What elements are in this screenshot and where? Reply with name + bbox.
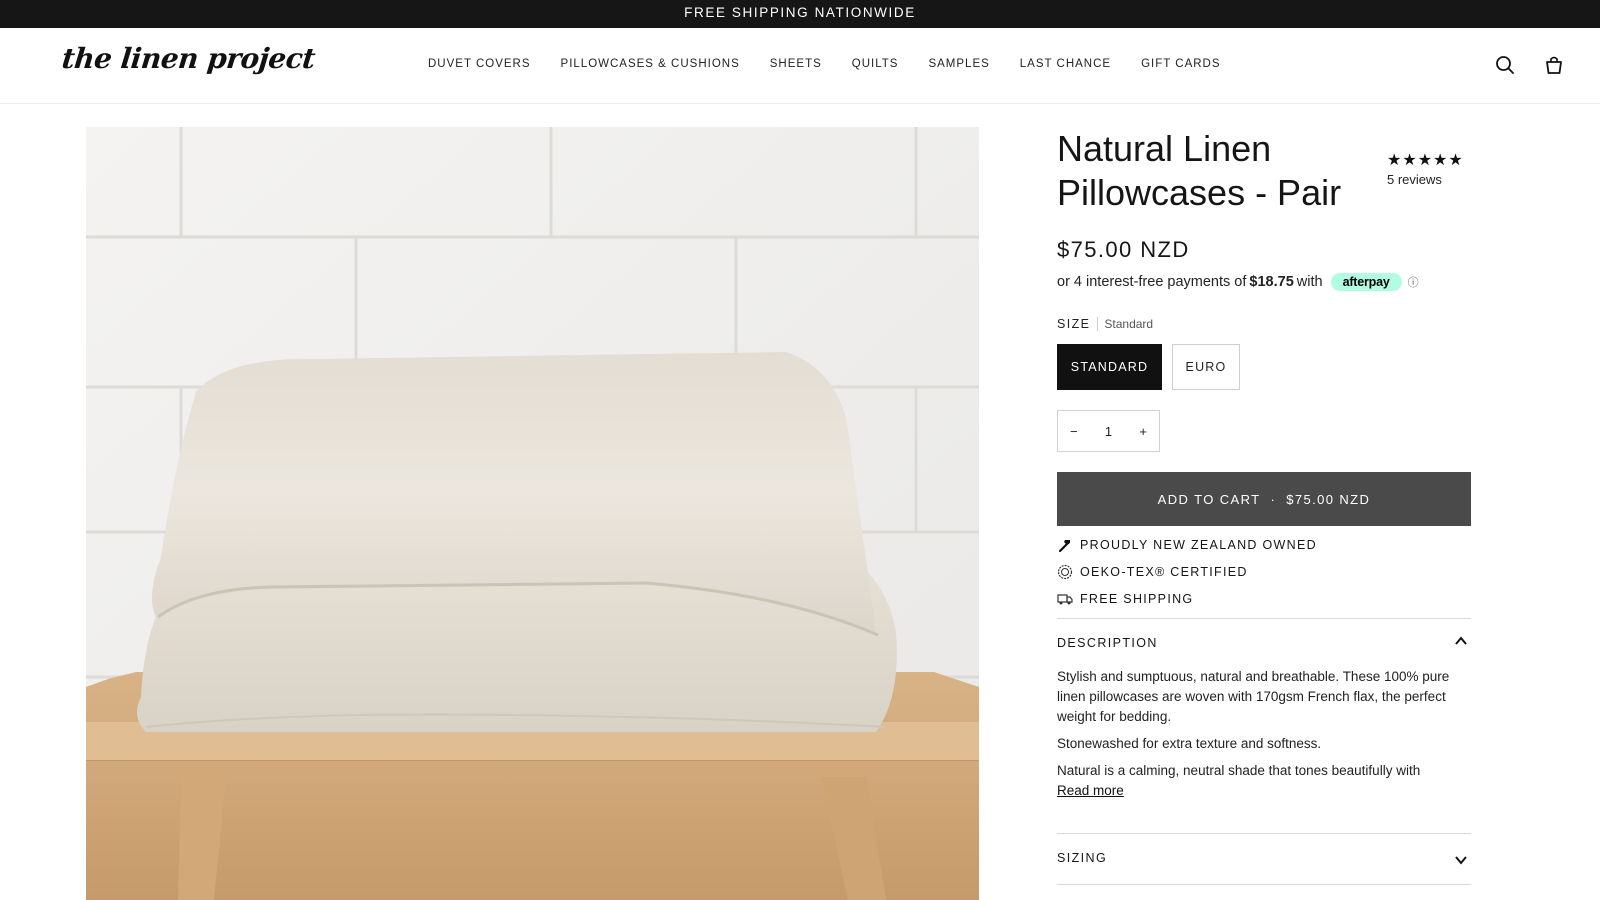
size-options: STANDARD EURO xyxy=(1057,344,1240,390)
product-rating[interactable]: ★★★★★ 5 reviews xyxy=(1387,152,1464,188)
divider xyxy=(1057,833,1471,834)
nav-quilts[interactable]: QUILTS xyxy=(852,58,899,70)
size-label: SIZE xyxy=(1057,317,1099,331)
brand-logo[interactable]: the linen project xyxy=(60,42,316,75)
description-body: Stylish and sumptuous, natural and breat… xyxy=(1057,667,1471,801)
divider xyxy=(1057,618,1471,619)
size-selector-header: SIZE Standard xyxy=(1057,317,1153,331)
feature-label: PROUDLY NEW ZEALAND OWNED xyxy=(1080,538,1317,552)
quantity-value[interactable]: 1 xyxy=(1105,424,1112,439)
divider xyxy=(1057,884,1471,885)
feature-oeko-tex: OEKO-TEX® CERTIFIED xyxy=(1057,564,1248,580)
feature-label: FREE SHIPPING xyxy=(1080,592,1194,606)
announcement-bar: FREE SHIPPING NATIONWIDE xyxy=(0,0,1600,28)
product-price: $75.00 NZD xyxy=(1057,237,1190,262)
add-to-cart-label: ADD TO CART xyxy=(1157,491,1261,507)
quantity-increase-button[interactable]: + xyxy=(1139,424,1147,439)
hammer-icon xyxy=(1057,537,1073,553)
feature-label: OEKO-TEX® CERTIFIED xyxy=(1080,565,1248,579)
description-paragraph: Stylish and sumptuous, natural and breat… xyxy=(1057,669,1450,724)
pillowcases-photo xyxy=(86,127,979,900)
afterpay-logo: afterpay xyxy=(1330,273,1402,291)
description-accordion-title[interactable]: DESCRIPTION xyxy=(1057,636,1158,650)
nav-pillowcases-cushions[interactable]: PILLOWCASES & CUSHIONS xyxy=(561,58,740,70)
feature-free-shipping: FREE SHIPPING xyxy=(1057,591,1193,607)
feature-nz-owned: PROUDLY NEW ZEALAND OWNED xyxy=(1057,537,1317,553)
size-selected-value: Standard xyxy=(1104,317,1154,331)
chevron-down-icon[interactable] xyxy=(1454,853,1468,867)
read-more-link[interactable]: Read more xyxy=(1057,783,1124,798)
reviews-count[interactable]: 5 reviews xyxy=(1387,172,1464,187)
afterpay-message: or 4 interest-free payments of $18.75 wi… xyxy=(1057,273,1419,291)
add-to-cart-price: $75.00 NZD xyxy=(1286,491,1371,507)
afterpay-suffix: with xyxy=(1296,274,1323,290)
add-to-cart-button[interactable]: ADD TO CART · $75.00 NZD xyxy=(1057,472,1471,526)
cart-icon[interactable] xyxy=(1543,54,1565,76)
site-header: the linen project DUVET COVERS PILLOWCAS… xyxy=(0,28,1600,104)
main-nav: DUVET COVERS PILLOWCASES & CUSHIONS SHEE… xyxy=(428,58,1251,70)
nav-sheets[interactable]: SHEETS xyxy=(770,58,822,70)
product-image[interactable] xyxy=(86,127,979,900)
add-to-cart-separator: · xyxy=(1270,491,1277,507)
product-info: Natural Linen Pillowcases - Pair ★★★★★ 5… xyxy=(1057,127,1472,885)
announcement-text: FREE SHIPPING NATIONWIDE xyxy=(684,5,916,20)
info-icon[interactable]: ⓘ xyxy=(1408,274,1419,290)
description-paragraph: Natural is a calming, neutral shade that… xyxy=(1057,763,1421,778)
product-title: Natural Linen Pillowcases - Pair xyxy=(1057,128,1342,213)
nav-samples[interactable]: SAMPLES xyxy=(928,58,989,70)
nav-duvet-covers[interactable]: DUVET COVERS xyxy=(428,58,531,70)
chevron-up-icon[interactable] xyxy=(1454,634,1468,648)
nav-last-chance[interactable]: LAST CHANCE xyxy=(1020,58,1111,70)
truck-icon xyxy=(1057,591,1073,607)
afterpay-amount: $18.75 xyxy=(1249,274,1294,290)
afterpay-prefix: or 4 interest-free payments of xyxy=(1057,274,1247,290)
quantity-stepper: − 1 + xyxy=(1057,410,1160,452)
size-option-standard[interactable]: STANDARD xyxy=(1057,344,1162,390)
certificate-badge-icon xyxy=(1057,564,1073,580)
nav-gift-cards[interactable]: GIFT CARDS xyxy=(1141,58,1220,70)
size-option-euro[interactable]: EURO xyxy=(1172,344,1240,390)
quantity-decrease-button[interactable]: − xyxy=(1070,424,1078,439)
sizing-accordion-title[interactable]: SIZING xyxy=(1057,851,1107,865)
search-icon[interactable] xyxy=(1494,54,1516,76)
star-rating-icon: ★★★★★ xyxy=(1387,152,1464,169)
description-paragraph: Stonewashed for extra texture and softne… xyxy=(1057,736,1322,751)
